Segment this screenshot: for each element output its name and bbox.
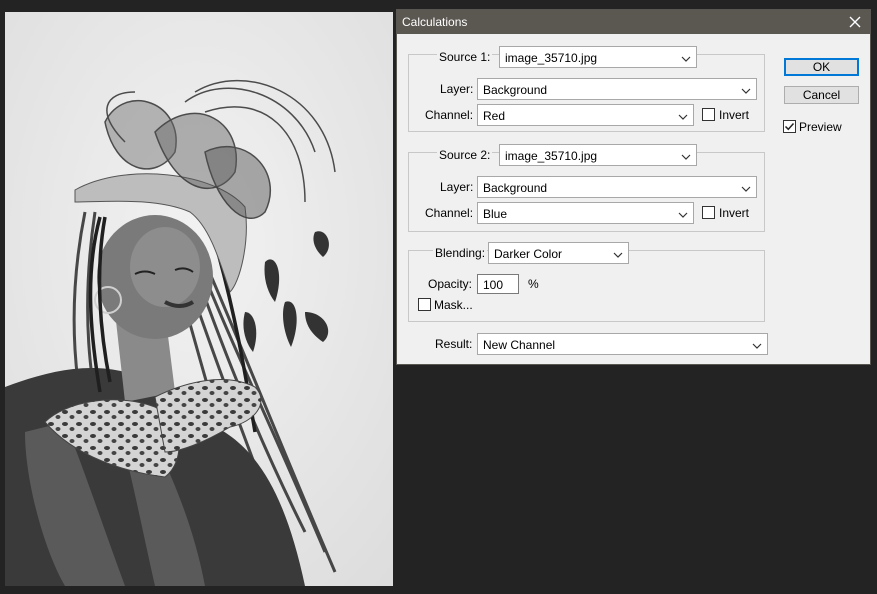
calculations-dialog: Calculations Source 1: image_35710.jpg L… — [396, 9, 871, 365]
mask-label[interactable]: Mask... — [434, 298, 473, 312]
preview-checkbox[interactable] — [783, 120, 796, 133]
close-icon[interactable] — [846, 13, 864, 31]
opacity-unit: % — [528, 277, 539, 291]
source2-select[interactable]: image_35710.jpg — [499, 144, 697, 166]
source1-layer-label: Layer: — [440, 82, 474, 96]
opacity-value: 100 — [483, 278, 504, 292]
source2-invert-checkbox[interactable] — [702, 206, 715, 219]
source1-channel-select[interactable]: Red — [477, 104, 694, 126]
source2-value: image_35710.jpg — [505, 149, 598, 163]
chevron-down-icon — [752, 340, 762, 350]
source1-label: Source 1: — [437, 50, 493, 64]
dialog-titlebar[interactable]: Calculations — [397, 10, 870, 34]
chevron-down-icon — [681, 53, 691, 63]
source1-invert-checkbox[interactable] — [702, 108, 715, 121]
source1-channel-label: Channel: — [425, 108, 474, 122]
source2-layer-label: Layer: — [440, 180, 474, 194]
chevron-down-icon — [681, 151, 691, 161]
checkmark-icon — [784, 122, 795, 131]
source1-select[interactable]: image_35710.jpg — [499, 46, 697, 68]
source2-channel-value: Blue — [483, 207, 508, 221]
mask-checkbox[interactable] — [418, 298, 431, 311]
source1-layer-value: Background — [483, 83, 548, 97]
source1-value: image_35710.jpg — [505, 51, 598, 65]
dialog-title: Calculations — [402, 15, 468, 29]
chevron-down-icon — [678, 209, 688, 219]
photo — [5, 12, 393, 586]
opacity-label: Opacity: — [428, 277, 473, 291]
source2-invert-label[interactable]: Invert — [719, 206, 749, 220]
source2-layer-value: Background — [483, 181, 548, 195]
source2-label: Source 2: — [437, 148, 493, 162]
blending-label: Blending: — [433, 246, 488, 260]
image-canvas[interactable] — [5, 12, 393, 586]
preview-label[interactable]: Preview — [799, 120, 842, 134]
source1-layer-select[interactable]: Background — [477, 78, 757, 100]
source2-layer-select[interactable]: Background — [477, 176, 757, 198]
blending-select[interactable]: Darker Color — [488, 242, 629, 264]
result-label: Result: — [435, 337, 473, 351]
source1-invert-label[interactable]: Invert — [719, 108, 749, 122]
result-value: New Channel — [483, 338, 556, 352]
chevron-down-icon — [741, 183, 751, 193]
opacity-input[interactable]: 100 — [477, 274, 519, 294]
cancel-button[interactable]: Cancel — [784, 86, 859, 104]
source2-channel-label: Channel: — [425, 206, 474, 220]
chevron-down-icon — [678, 111, 688, 121]
blending-value: Darker Color — [494, 247, 563, 261]
ok-button[interactable]: OK — [784, 58, 859, 76]
chevron-down-icon — [741, 85, 751, 95]
chevron-down-icon — [613, 249, 623, 259]
result-select[interactable]: New Channel — [477, 333, 768, 355]
source1-channel-value: Red — [483, 109, 506, 123]
source2-channel-select[interactable]: Blue — [477, 202, 694, 224]
